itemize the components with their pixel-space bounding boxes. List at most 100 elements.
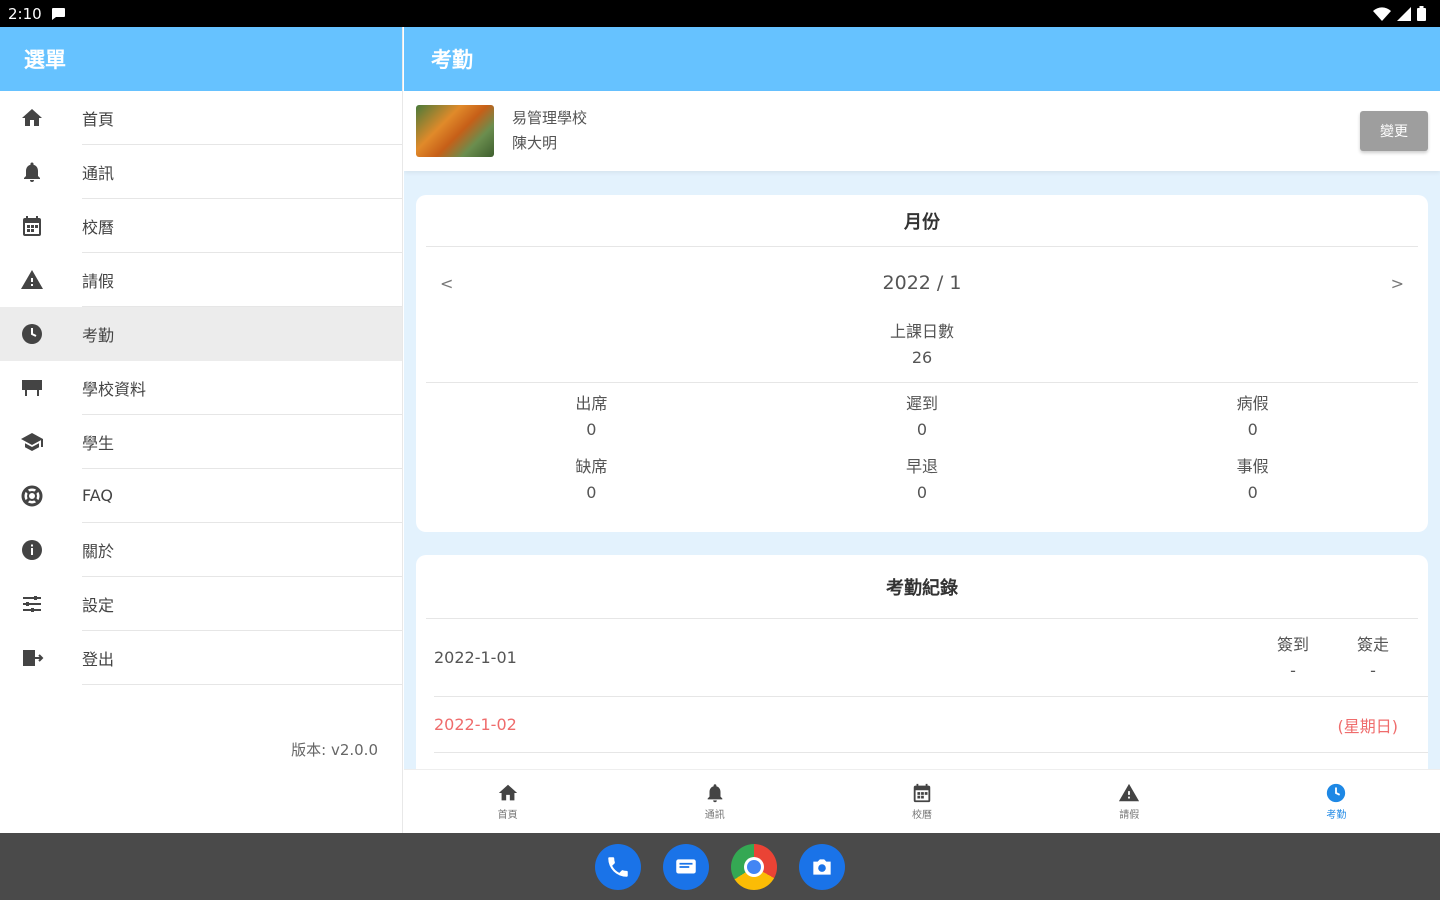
sidebar-item-label: 設定 bbox=[82, 577, 402, 631]
sidebar-item-label: 通訊 bbox=[82, 145, 402, 199]
stat-value: 0 bbox=[916, 420, 928, 439]
sidebar-item-logout[interactable]: 登出 bbox=[0, 631, 402, 685]
current-month: 2022 / 1 bbox=[882, 272, 962, 294]
home-icon bbox=[498, 784, 517, 801]
stat-label: 事假 bbox=[1236, 457, 1269, 476]
home-icon bbox=[22, 109, 42, 126]
school-name: 易管理學校 bbox=[512, 109, 588, 127]
bell-icon bbox=[707, 784, 723, 803]
next-month-button[interactable]: > bbox=[1391, 274, 1404, 293]
camera-app-icon[interactable] bbox=[799, 843, 845, 890]
sidebar-item-leave[interactable]: 請假 bbox=[0, 253, 402, 307]
stat-label: 早退 bbox=[905, 457, 938, 476]
record-row[interactable]: 2022-1-02 (星期日) bbox=[434, 697, 1428, 753]
stat-label: 出席 bbox=[575, 394, 608, 413]
sidebar-item-label: 登出 bbox=[82, 631, 402, 685]
stat-present: 出席 0 bbox=[426, 391, 757, 454]
sidebar-item-about[interactable]: 關於 bbox=[0, 523, 402, 577]
bottom-nav-label: 首頁 bbox=[497, 810, 518, 821]
chat-notification-icon bbox=[51, 7, 65, 20]
info-icon bbox=[22, 540, 42, 560]
sidebar-item-settings[interactable]: 設定 bbox=[0, 577, 402, 631]
stat-value: 0 bbox=[586, 420, 597, 439]
sidebar-item-label: 學校資料 bbox=[82, 361, 402, 415]
sidebar-item-label: 考勤 bbox=[82, 325, 115, 345]
sidebar-item-student[interactable]: 學生 bbox=[0, 415, 402, 469]
clock-icon bbox=[1327, 783, 1346, 803]
calendar-icon bbox=[913, 783, 931, 803]
record-date: 2022-1-02 bbox=[434, 715, 517, 734]
sidebar-item-home[interactable]: 首頁 bbox=[0, 91, 402, 145]
bell-icon bbox=[24, 162, 40, 182]
app-version: 版本: v2.0.0 bbox=[291, 741, 378, 759]
sidebar-item-label: 請假 bbox=[82, 253, 402, 307]
bottom-nav-attendance[interactable]: 考勤 bbox=[1233, 770, 1440, 833]
school-avatar bbox=[416, 105, 494, 157]
system-dock bbox=[0, 833, 1440, 900]
bottom-nav-label: 考勤 bbox=[1326, 810, 1347, 821]
sidebar-item-faq[interactable]: FAQ bbox=[0, 469, 402, 523]
status-bar: 2:10 bbox=[0, 0, 1440, 27]
stat-early-leave: 早退 0 bbox=[757, 454, 1088, 517]
month-card-title: 月份 bbox=[426, 195, 1418, 247]
bottom-nav-home[interactable]: 首頁 bbox=[404, 770, 611, 833]
bottom-navigation: 首頁 通訊 校曆 請假 考勤 bbox=[404, 769, 1440, 833]
record-row[interactable]: 2022-1-01 簽到 - 簽走 - bbox=[434, 619, 1428, 697]
check-out-label: 簽走 bbox=[1356, 634, 1389, 654]
sidebar-item-calendar[interactable]: 校曆 bbox=[0, 199, 402, 253]
bottom-nav-label: 校曆 bbox=[912, 810, 932, 821]
stat-personal-leave: 事假 0 bbox=[1087, 454, 1418, 517]
check-out-value: - bbox=[1370, 660, 1376, 680]
calendar-icon bbox=[23, 216, 41, 236]
bottom-nav-label: 通訊 bbox=[704, 810, 725, 821]
warning-icon bbox=[1119, 783, 1140, 802]
phone-app-icon[interactable] bbox=[595, 843, 641, 890]
month-summary-card: 月份 < 2022 / 1 > 上課日數 26 出席 0 遲到 0 病假 0 缺 bbox=[416, 195, 1428, 532]
wifi-icon bbox=[1373, 6, 1391, 21]
check-in-label: 簽到 bbox=[1276, 634, 1309, 654]
school-days-value: 26 bbox=[911, 348, 933, 367]
record-date: 2022-1-01 bbox=[434, 648, 517, 667]
bottom-nav-messages[interactable]: 通訊 bbox=[611, 770, 818, 833]
sidebar-item-school-info[interactable]: 學校資料 bbox=[0, 361, 402, 415]
stat-absent: 缺席 0 bbox=[426, 454, 757, 517]
sidebar-item-label: 校曆 bbox=[82, 199, 402, 253]
stat-sick-leave: 病假 0 bbox=[1087, 391, 1418, 454]
chrome-app-icon[interactable] bbox=[731, 843, 777, 890]
signal-icon bbox=[1397, 6, 1411, 21]
sidebar-item-attendance[interactable]: 考勤 bbox=[0, 307, 402, 361]
sidebar-menu: 首頁 通訊 校曆 請假 考勤 學校資料 學生 FAQ 關於 設定 登出 bbox=[0, 91, 402, 685]
month-navigator: < 2022 / 1 > bbox=[416, 247, 1428, 319]
record-check-in: 簽到 - bbox=[1268, 632, 1318, 684]
sidebar-item-label: 學生 bbox=[82, 415, 402, 469]
school-icon bbox=[22, 380, 42, 396]
check-in-value: - bbox=[1290, 660, 1296, 680]
stat-value: 0 bbox=[1247, 420, 1258, 439]
sidebar-item-label: 首頁 bbox=[82, 91, 402, 145]
profile-bar: 易管理學校 陳大明 變更 bbox=[404, 91, 1440, 171]
sidebar-item-messages[interactable]: 通訊 bbox=[0, 145, 402, 199]
record-note: (星期日) bbox=[1337, 716, 1399, 736]
graduation-cap-icon bbox=[21, 433, 43, 451]
sidebar-item-label: FAQ bbox=[82, 469, 402, 523]
stat-label: 缺席 bbox=[575, 457, 608, 476]
messages-app-icon[interactable] bbox=[663, 843, 709, 890]
attendance-stats: 出席 0 遲到 0 病假 0 缺席 0 早退 0 事假 0 bbox=[416, 383, 1428, 517]
prev-month-button[interactable]: < bbox=[440, 274, 453, 293]
record-check-out: 簽走 - bbox=[1348, 632, 1398, 684]
battery-icon bbox=[1417, 6, 1426, 21]
sidebar-title: 選單 bbox=[0, 27, 402, 91]
bottom-nav-calendar[interactable]: 校曆 bbox=[818, 770, 1025, 833]
school-days: 上課日數 26 bbox=[426, 319, 1418, 383]
warning-icon bbox=[21, 270, 43, 289]
bottom-nav-leave[interactable]: 請假 bbox=[1026, 770, 1233, 833]
sidebar-drawer: 選單 首頁 通訊 校曆 請假 考勤 學校資料 學生 FAQ 關於 設定 登出 版… bbox=[0, 27, 403, 833]
status-time: 2:10 bbox=[8, 4, 42, 23]
logout-icon bbox=[23, 650, 44, 666]
student-name: 陳大明 bbox=[512, 134, 558, 152]
change-student-button[interactable]: 變更 bbox=[1360, 111, 1428, 151]
sliders-icon bbox=[23, 596, 41, 612]
stat-value: 0 bbox=[916, 483, 928, 502]
main-content: 考勤 易管理學校 陳大明 變更 月份 < 2022 / 1 > 上課日數 26 … bbox=[404, 27, 1440, 833]
records-card-title: 考勤紀錄 bbox=[426, 555, 1418, 619]
